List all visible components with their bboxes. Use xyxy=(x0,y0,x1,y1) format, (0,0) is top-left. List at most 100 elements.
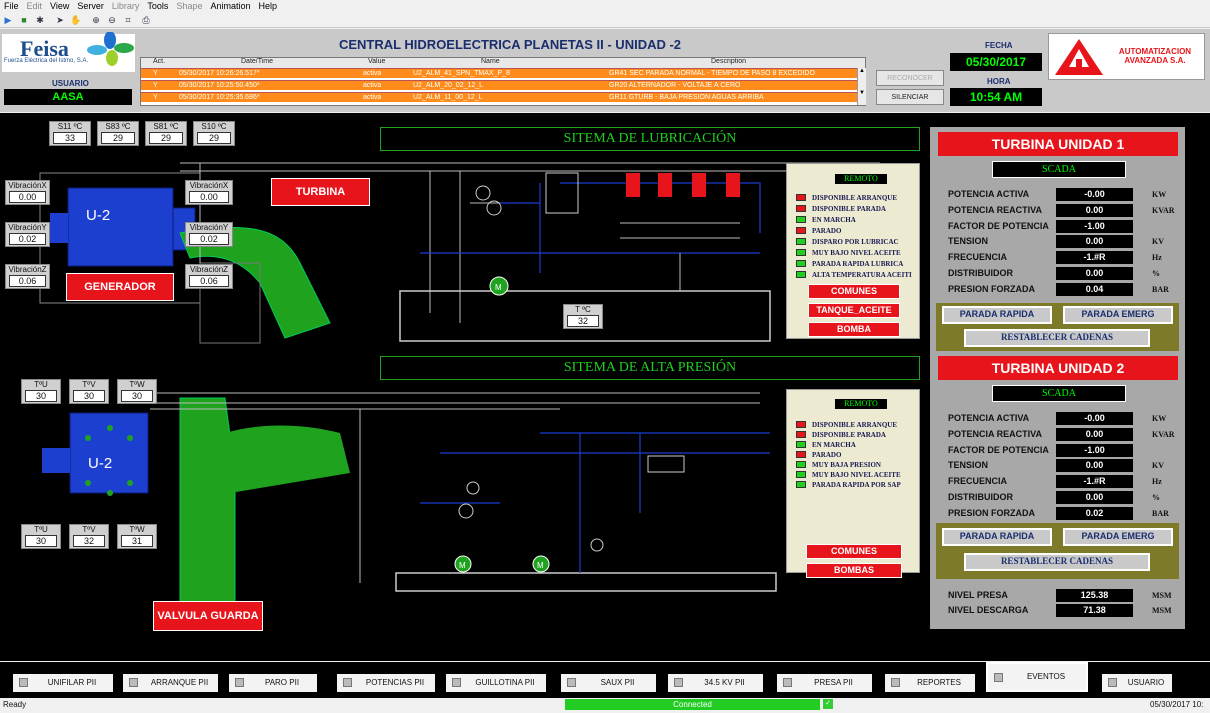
scroll-up-icon[interactable]: ▲ xyxy=(858,68,866,74)
alarm-description: GR41 SEC PARADA NORMAL - TIEMPO DE PASO … xyxy=(609,70,815,77)
turbine-param-value: 71.38 xyxy=(1056,604,1133,617)
nav-34-5-kv-pii[interactable]: 34.5 KV PII xyxy=(668,674,763,692)
legend-button-bombas[interactable]: BOMBAS xyxy=(806,563,902,578)
bearing-temp-sensor: S10 ºC 29 xyxy=(193,121,235,146)
fit-icon[interactable]: ⌗ xyxy=(122,15,134,26)
nav-reportes[interactable]: REPORTES xyxy=(885,674,975,692)
menu-item-help[interactable]: Help xyxy=(255,0,282,11)
reconocer-button[interactable]: RECONOCER xyxy=(876,70,944,86)
zoom-out-icon[interactable]: ⊖ xyxy=(106,15,118,26)
vibration-right-label: VibraciónX xyxy=(189,181,229,190)
alarm-row[interactable]: Y 05/30/2017 10:25:35.686* activa U2_ALM_11… xyxy=(141,92,857,102)
valvula-guarda-button[interactable]: VALVULA GUARDA xyxy=(153,601,263,631)
turbine-param-unit: KVAR xyxy=(1152,429,1175,439)
turbine1-scada[interactable]: SCADA xyxy=(992,161,1126,178)
turbine-param-value: 0.04 xyxy=(1056,282,1133,296)
menu-item-shape[interactable]: Shape xyxy=(172,0,206,11)
turbine-param-value: 0.00 xyxy=(1056,235,1133,249)
menu-item-server[interactable]: Server xyxy=(73,0,108,11)
nav-potencias-pii[interactable]: POTENCIAS PII xyxy=(337,674,435,692)
save-icon[interactable]: ■ xyxy=(18,15,30,26)
nav-paro-pii[interactable]: PARO PII xyxy=(229,674,317,692)
turbine2-parada-rapida-button[interactable]: PARADA RAPIDA xyxy=(942,528,1052,546)
turbina-button[interactable]: TURBINA xyxy=(271,178,370,206)
status-bar: Ready Connected ✓ 05/30/2017 10: xyxy=(0,698,1210,713)
turbine-param-value: 0.00 xyxy=(1056,267,1133,280)
print-icon[interactable]: ⎙ xyxy=(140,15,152,26)
turbine-param-unit: KVAR xyxy=(1152,205,1175,215)
alarm-row[interactable]: Y 05/30/2017 10:25:50.450* activa U2_ALM_20… xyxy=(141,80,857,90)
turbine-param-unit: Hz xyxy=(1152,253,1162,263)
menu-item-edit[interactable]: Edit xyxy=(23,0,47,11)
turbine2-restablecer-button[interactable]: RESTABLECER CADENAS xyxy=(964,553,1150,571)
vibration-left-label: VibraciónX xyxy=(8,181,47,190)
alarm-datetime: 05/30/2017 10:25:50.450* xyxy=(179,82,260,89)
turbine-param-label: PRESION FORZADA xyxy=(948,283,1036,294)
turbine1-parada-rapida-button[interactable]: PARADA RAPIDA xyxy=(942,306,1052,324)
turbine2-scada[interactable]: SCADA xyxy=(992,385,1126,402)
legend-button-bomba[interactable]: BOMBA xyxy=(808,322,900,337)
alarm-name: U2_ALM_20_02_12_L xyxy=(413,82,484,89)
alarm-act: Y xyxy=(153,70,158,77)
nav-presa-pii[interactable]: PRESA PII xyxy=(777,674,872,692)
usuario-value: AASA xyxy=(4,89,132,105)
status-item-label: DISPARO POR LUBRICAC xyxy=(812,238,899,246)
nav-label: UNIFILAR PII xyxy=(47,678,97,687)
status-item-label: PARADO xyxy=(812,451,842,459)
vibration-left-label: VibraciónY xyxy=(8,223,47,232)
legend-button-tanque-aceite[interactable]: TANQUE_ACEITE xyxy=(808,303,900,318)
status-item: DISPONIBLE PARADA xyxy=(796,205,886,214)
turbine1-parada-emerg-button[interactable]: PARADA EMERG xyxy=(1063,306,1173,324)
alarm-act: Y xyxy=(153,94,158,101)
status-lamp-icon xyxy=(796,421,806,428)
turbine2-parada-emerg-button[interactable]: PARADA EMERG xyxy=(1063,528,1173,546)
company-name: AUTOMATIZACION AVANZADA S.A. xyxy=(1118,47,1192,65)
turbine-param-label: FACTOR DE POTENCIA xyxy=(948,444,1049,455)
menu-item-view[interactable]: View xyxy=(46,0,73,11)
nav-unifilar-pii[interactable]: UNIFILAR PII xyxy=(13,674,113,692)
tank-temp-sensor: T ºC 32 xyxy=(563,304,603,329)
nav-label: POTENCIAS PII xyxy=(365,678,425,687)
alarm-value: activa xyxy=(363,70,382,77)
alarm-scrollbar[interactable]: ▲ ▼ xyxy=(857,68,866,105)
turbine1-restablecer-button[interactable]: RESTABLECER CADENAS xyxy=(964,329,1150,347)
run-icon[interactable]: ▶ xyxy=(2,15,14,26)
alarm-table-header: Act. Date/Time Value Name Description xyxy=(141,58,865,68)
zoom-in-icon[interactable]: ⊕ xyxy=(90,15,102,26)
hand-icon[interactable]: ✋ xyxy=(70,15,82,26)
generador-button[interactable]: GENERADOR xyxy=(66,273,174,301)
alarm-row[interactable]: Y 05/30/2017 10:26:26.517* activa U2_ALM_41… xyxy=(141,68,857,78)
nav-saux-pii[interactable]: SAUX PII xyxy=(561,674,656,692)
menu-item-file[interactable]: File xyxy=(0,0,23,11)
pointer-icon[interactable]: ➤ xyxy=(54,15,66,26)
alarm-table[interactable]: Act. Date/Time Value Name Description Y 0… xyxy=(140,57,866,106)
settings-icon[interactable]: ✱ xyxy=(34,15,46,26)
nav-guillotina-pii[interactable]: GUILLOTINA PII xyxy=(446,674,546,692)
status-item: MUY BAJO NIVEL ACEITE xyxy=(796,471,901,480)
menu-item-animation[interactable]: Animation xyxy=(206,0,254,11)
scroll-down-icon[interactable]: ▼ xyxy=(858,90,866,96)
winding-temp-top-label: TºW xyxy=(129,380,145,389)
legend-button-comunes[interactable]: COMUNES xyxy=(806,544,902,559)
status-item-label: DISPONIBLE ARRANQUE xyxy=(812,194,897,202)
menu-item-library[interactable]: Library xyxy=(108,0,144,11)
alarm-datetime: 05/30/2017 10:25:35.686* xyxy=(179,94,260,101)
nav-usuario[interactable]: USUARIO xyxy=(1102,674,1172,692)
bearing-temp-label: S10 ºC xyxy=(201,122,227,131)
nav-label: ARRANQUE PII xyxy=(150,678,209,687)
silenciar-button[interactable]: SILENCIAR xyxy=(876,89,944,105)
alarm-datetime: 05/30/2017 10:26:26.517* xyxy=(179,70,260,77)
turbine-panel: TURBINA UNIDAD 1 SCADA POTENCIA ACTIVA -0… xyxy=(930,127,1185,629)
nav-eventos[interactable]: EVENTOS xyxy=(986,662,1088,692)
legend-button-comunes[interactable]: COMUNES xyxy=(808,284,900,299)
menu-item-tools[interactable]: Tools xyxy=(143,0,172,11)
status-item-label: EN MARCHA xyxy=(812,216,856,224)
status-lamp-icon xyxy=(796,471,806,478)
winding-temp-top-value: 30 xyxy=(73,390,105,402)
nav-arranque-pii[interactable]: ARRANQUE PII xyxy=(123,674,218,692)
turbine-param-value: -1.00 xyxy=(1056,219,1133,233)
status-ready: Ready xyxy=(3,700,27,709)
company-logo: AUTOMATIZACION AVANZADA S.A. xyxy=(1048,33,1205,80)
turbine-param-label: POTENCIA REACTIVA xyxy=(948,204,1043,215)
winding-temp-bottom-sensor: TºV 32 xyxy=(69,524,109,549)
